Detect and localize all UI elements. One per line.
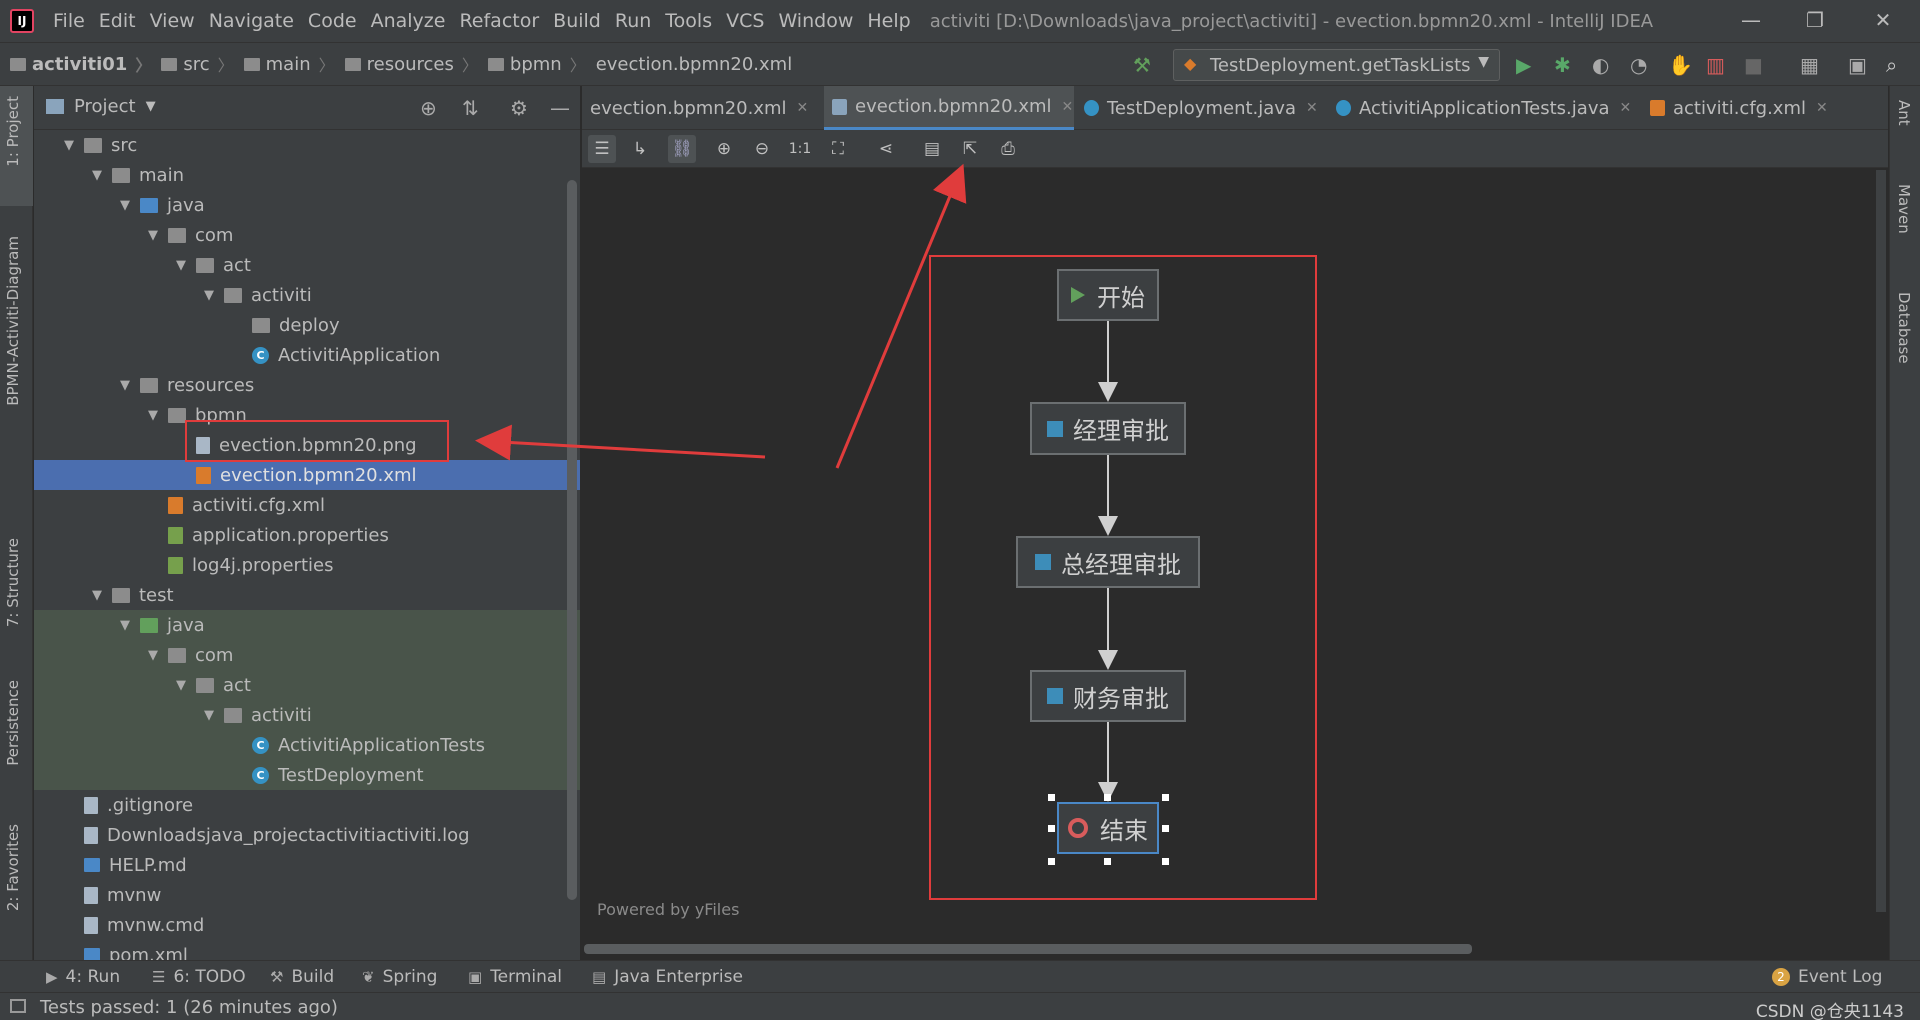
node-label: 总经理审批 [1061,550,1181,579]
tool-window-java-enterprise[interactable]: ▤ Java Enterprise [592,967,743,987]
tool-label: Java Enterprise [614,967,743,987]
watermark-text: CSDN @仓央1143 [1755,1002,1904,1020]
hammer-icon: ⚒ [270,968,284,986]
tool-label: Build [291,967,335,987]
resize-handle[interactable] [1162,825,1169,832]
annotation-arrow [475,424,766,461]
resize-handle[interactable] [1104,858,1111,865]
tool-label: 6: TODO [173,967,246,987]
tool-label: Spring [382,967,438,987]
end-event-icon [1068,818,1088,838]
play-icon [1071,287,1085,303]
node-label: 结束 [1100,816,1148,845]
terminal-icon: ▣ [468,968,483,986]
node-label: 经理审批 [1073,417,1169,445]
resize-handle[interactable] [1048,858,1055,865]
event-log-button[interactable]: 2 Event Log [1772,967,1882,987]
tool-window-run[interactable]: ▶ 4: Run [46,967,120,987]
resize-handle[interactable] [1162,794,1169,801]
tool-label: Terminal [490,967,563,987]
task-icon [1047,688,1063,704]
spring-leaf-icon: ❦ [362,968,375,986]
resize-handle[interactable] [1048,794,1055,801]
resize-handle[interactable] [1162,858,1169,865]
tool-window-spring[interactable]: ❦ Spring [362,967,437,987]
resize-handle[interactable] [1048,825,1055,832]
resize-handle[interactable] [1104,794,1111,801]
task-icon [1035,554,1051,570]
status-message: Tests passed: 1 (26 minutes ago) [40,997,338,1018]
bpmn-start-event[interactable]: 开始 [1057,269,1159,321]
bpmn-user-task[interactable]: 经理审批 [1030,402,1186,455]
java-enterprise-icon: ▤ [592,968,607,986]
event-log-label: Event Log [1798,967,1883,987]
status-bar: Tests passed: 1 (26 minutes ago) CSDN @仓… [0,992,1920,1020]
bpmn-end-event[interactable]: 结束 [1057,802,1159,854]
tool-window-build[interactable]: ⚒ Build [270,967,334,987]
node-label: 开始 [1097,283,1145,312]
bottom-tool-bar: ▶ 4: Run ☰ 6: TODO ⚒ Build ❦ Spring ▣ Termina… [0,960,1920,992]
tool-label: 4: Run [65,967,121,987]
event-count-badge: 2 [1772,968,1790,986]
run-icon: ▶ [46,968,58,986]
task-icon [1047,420,1063,437]
node-label: 财务审批 [1073,684,1169,713]
tool-window-terminal[interactable]: ▣ Terminal [468,967,562,987]
tool-window-todo[interactable]: ☰ 6: TODO [152,967,246,987]
bpmn-user-task[interactable]: 总经理审批 [1016,536,1200,588]
bpmn-user-task[interactable]: 财务审批 [1030,670,1186,722]
tool-windows-toggle-icon[interactable] [10,999,26,1013]
list-icon: ☰ [152,968,166,986]
